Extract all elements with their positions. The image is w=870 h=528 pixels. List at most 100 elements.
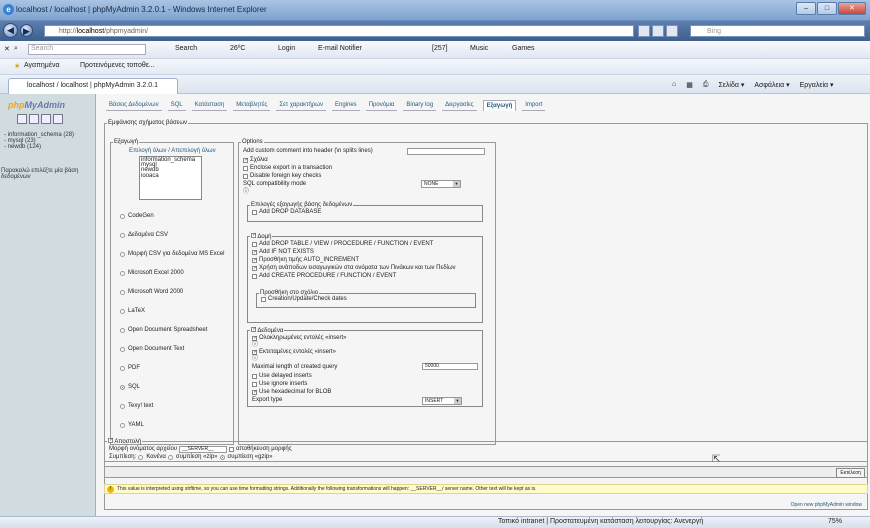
tab-privileges[interactable]: Προνόμια [365,100,398,111]
extended-inserts-checkbox[interactable]: Εκτεταμένες εντολές «insert» [252,349,336,356]
comment-label-text: Add custom comment into header (\n split… [243,148,373,154]
tab-export[interactable]: Εξαγωγή [482,100,517,111]
format-radio[interactable]: CodeGen [120,213,154,220]
zoom-level[interactable]: 75% [828,518,842,525]
star-icon: ★ [14,63,21,70]
compat-select[interactable]: NONE ▼ [421,180,461,188]
format-radio[interactable]: Open Document Text [120,346,184,353]
weather-temp[interactable]: 26ºC [230,45,245,52]
suggested-sites-link[interactable]: Προτεινόμενες τοποθε... [80,62,155,69]
radio-label: συμπίεση «zip» [175,454,218,460]
enclose-checkbox[interactable]: Enclose export in a transaction [243,165,332,172]
go-button[interactable]: Εκτέλεση [836,468,865,478]
drop-db-checkbox[interactable]: Add DROP DATABASE [252,209,321,216]
sql-docs-icon[interactable] [53,114,63,124]
format-radio[interactable]: Microsoft Word 2000 [120,289,183,296]
toolbar-search-input[interactable]: Search [28,44,146,55]
auto-increment-checkbox[interactable]: Προσθήκη τιμής AUTO_INCREMENT [252,257,359,264]
music-button[interactable]: Music [470,45,488,52]
close-button[interactable]: ✕ [838,2,866,15]
stop-icon[interactable] [666,25,678,37]
database-link[interactable]: - newdb (124) [4,144,74,150]
tab-databases[interactable]: Βάσεις Δεδομένων [106,100,162,111]
export-type-value: INSERT [425,398,444,404]
format-radio[interactable]: Microsoft Excel 2000 [120,270,184,277]
delayed-checkbox[interactable]: Use delayed inserts [252,373,312,380]
tab-engines[interactable]: Engines [332,100,360,111]
tab-binlog[interactable]: Binary log [403,100,437,111]
favorites-button[interactable]: Αγαπημένα [24,62,60,69]
tab-variables[interactable]: Μεταβλητές [233,100,271,111]
print-icon[interactable]: ⎙ [703,81,709,89]
address-input[interactable]: http://localhost/phpmyadmin/ [44,25,634,37]
pma-logo[interactable]: phpMyAdmin [8,100,65,110]
help-icon[interactable]: ⓘ [252,342,258,349]
mail-count[interactable]: [257] [432,45,448,52]
complete-inserts-checkbox[interactable]: Ολοκληρωμένες εντολές «insert» [252,335,346,342]
select-all-link[interactable]: Επιλογή όλων / Απεπιλογή όλων [129,148,216,154]
compression-none-radio[interactable]: Κανένα [138,454,166,461]
compression-zip-radio[interactable]: συμπίεση «zip» [167,454,218,461]
maximize-button[interactable]: □ [817,2,837,15]
export-type-select[interactable]: INSERT ▼ [422,397,462,405]
refresh-icon[interactable] [652,25,664,37]
home-icon[interactable]: ⌂ [672,81,676,89]
format-radio[interactable]: YAML [120,422,144,429]
comments-checkbox[interactable]: Σχόλια [243,157,268,164]
page-menu[interactable]: Σελίδα ▾ [718,81,744,89]
max-len-input[interactable]: 50000 [422,363,478,370]
browser-tab[interactable]: localhost / localhost | phpMyAdmin 3.2.0… [8,78,178,94]
help-icon[interactable]: ⓘ [243,189,249,196]
games-button[interactable]: Games [512,45,535,52]
docs-icon[interactable] [41,114,51,124]
format-radio-sql[interactable]: SQL [120,384,140,391]
minimize-button[interactable]: – [796,2,816,15]
back-icon[interactable]: ◀ [3,23,18,38]
home-icon[interactable] [17,114,27,124]
if-not-exists-checkbox[interactable]: Add IF NOT EXISTS [252,249,314,256]
query-window-icon[interactable] [29,114,39,124]
close-toolbar-icon[interactable]: ✕ [4,45,10,53]
ignore-checkbox[interactable]: Use ignore inserts [252,381,307,388]
disable-fk-checkbox[interactable]: Disable foreign key checks [243,173,321,180]
format-radio[interactable]: PDF [120,365,140,372]
tab-sql[interactable]: SQL [167,100,186,111]
help-icon[interactable]: ⓘ [252,356,258,363]
tools-menu[interactable]: Εργαλεία ▾ [800,81,834,89]
format-radio[interactable]: Texy! text [120,403,153,410]
zone-status[interactable]: Τοπικό intranet | Προστατευμένη κατάστασ… [498,518,703,525]
login-button[interactable]: Login [278,45,295,52]
drop-table-checkbox[interactable]: Add DROP TABLE / VIEW / PROCEDURE / FUNC… [252,241,433,248]
cb-label: Εκτεταμένες εντολές «insert» [259,349,336,355]
tab-import[interactable]: Import [522,100,546,111]
compat-view-icon[interactable] [638,25,650,37]
tab-processes[interactable]: Διεργασίες [442,100,477,111]
forward-icon[interactable]: ▶ [20,24,33,37]
template-input[interactable]: __SERVER__ [179,446,228,453]
backquotes-checkbox[interactable]: Χρήση ανάποδων εισαγωγικών στα ονόματα τ… [252,265,456,272]
hex-blob-checkbox[interactable]: Use hexadecimal for BLOB [252,389,331,396]
database-select[interactable]: information_schema mysql newdb iooaca [139,156,202,200]
create-proc-checkbox[interactable]: Add CREATE PROCEDURE / FUNCTION / EVENT [252,273,396,280]
db-option[interactable]: iooaca [141,173,200,179]
dates-checkbox[interactable]: Creation/Update/Check dates [261,296,347,303]
format-radio[interactable]: Δεδομένα CSV [120,232,168,239]
format-radio[interactable]: LaTeX [120,308,145,315]
format-label: Δεδομένα CSV [128,232,168,238]
export-format-fieldset: Εξαγωγή Επιλογή όλων / Απεπιλογή όλων in… [110,139,234,445]
bing-search-input[interactable]: Bing [690,25,865,37]
format-radio[interactable]: Open Document Spreadsheet [120,327,207,334]
comment-input[interactable] [407,148,485,155]
feeds-icon[interactable]: ▦ [686,81,693,89]
new-window-link[interactable]: Open new phpMyAdmin window [791,502,862,508]
email-notifier-button[interactable]: E-mail Notifier [318,45,362,52]
db-options-fieldset: Επιλογές εξαγωγής βάσης δεδομένων Add DR… [247,202,483,222]
tab-status[interactable]: Κατάσταση [191,100,228,111]
format-radio[interactable]: Μορφή CSV για δεδομένα MS Excel [120,251,224,258]
safety-menu[interactable]: Ασφάλεια ▾ [754,81,789,89]
chevron-down-icon: ▼ [454,398,461,404]
compression-gzip-radio[interactable]: συμπίεση «gzip» [219,454,272,461]
toolbar-search-button[interactable]: Search [175,45,197,52]
tab-charsets[interactable]: Σετ χαρακτήρων [276,100,326,111]
bing-label: Bing [707,28,722,35]
